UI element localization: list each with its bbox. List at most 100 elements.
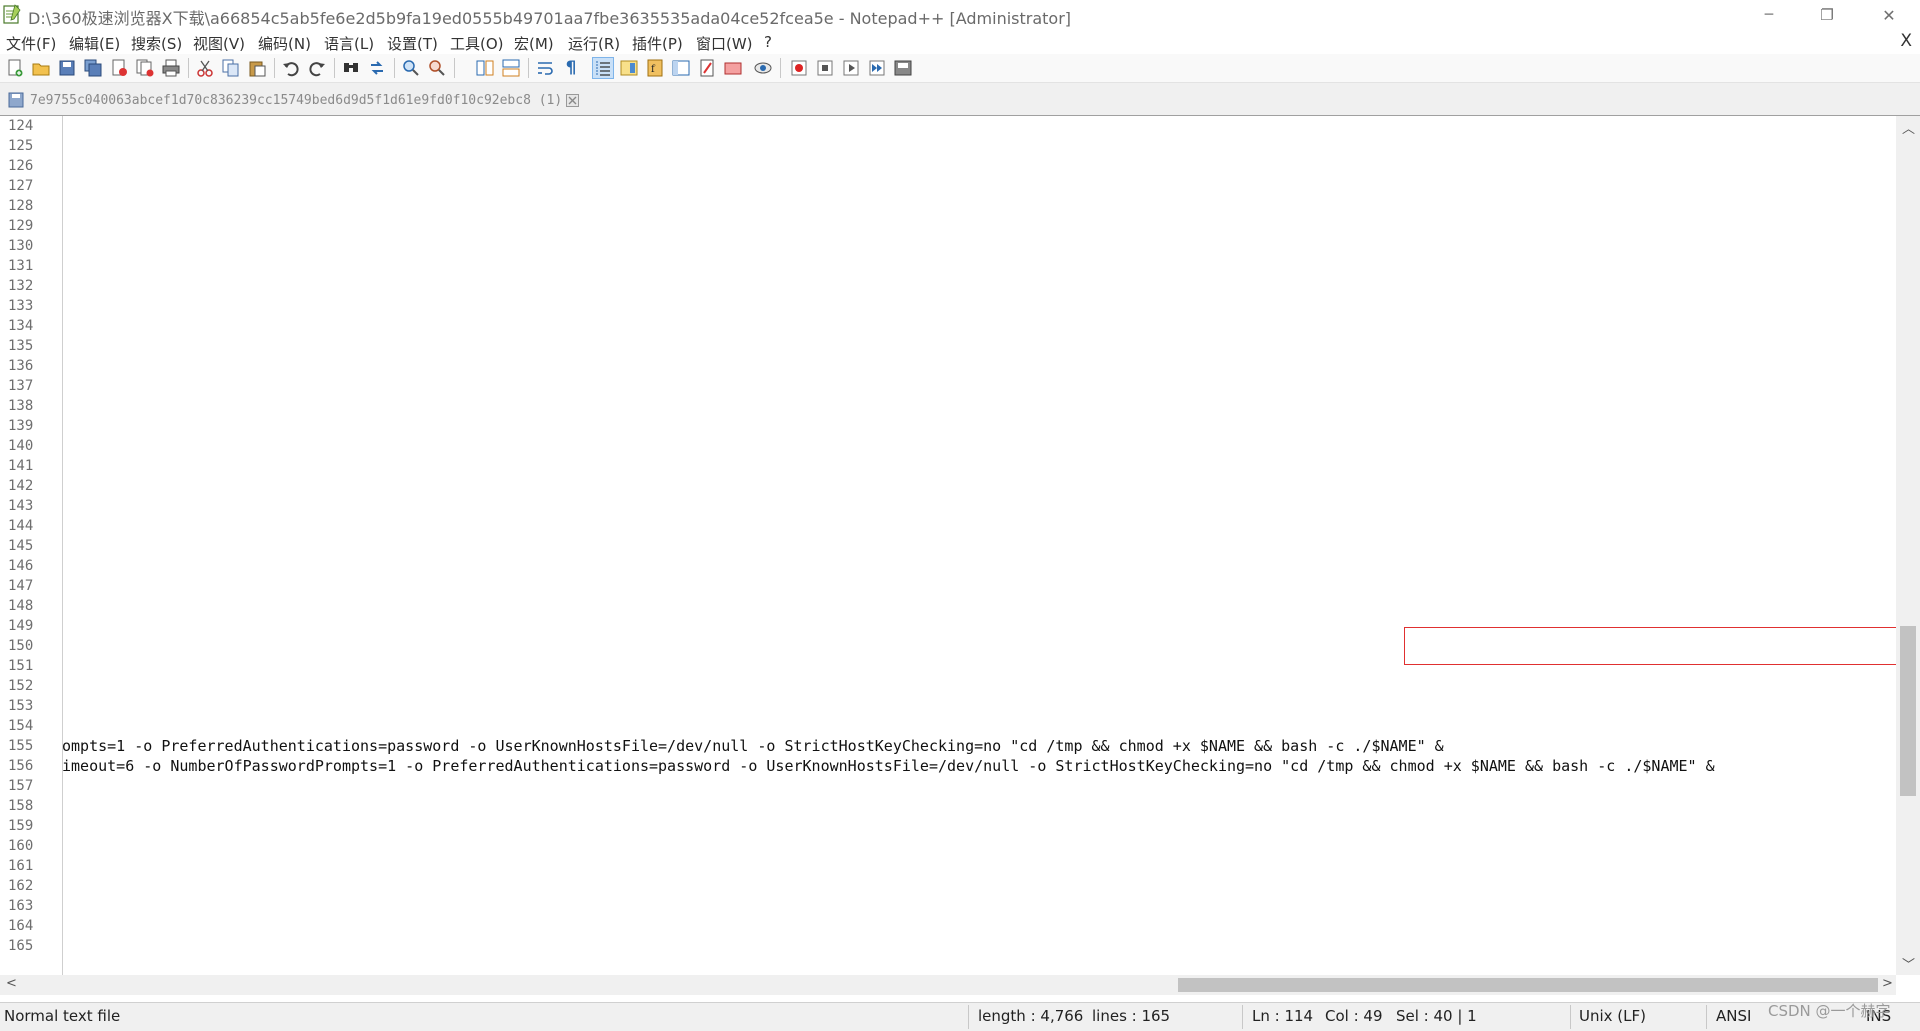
line-number: 163	[8, 898, 34, 914]
line-number: 145	[8, 538, 34, 554]
close-all-icon[interactable]	[134, 57, 156, 79]
save-macro-icon[interactable]	[892, 57, 914, 79]
code-line-155[interactable]: ompts=1 -o PreferredAuthentications=pass…	[62, 736, 1444, 756]
doc-switcher-icon[interactable]	[696, 57, 718, 79]
line-number: 160	[8, 838, 34, 854]
doc-map-icon[interactable]	[618, 57, 640, 79]
line-number: 150	[8, 638, 34, 654]
run-macro-multiple-icon[interactable]	[866, 57, 888, 79]
line-number: 124	[8, 118, 34, 134]
function-list-icon[interactable]: f	[644, 57, 666, 79]
menu-help[interactable]: ?	[764, 33, 772, 51]
menu-search[interactable]: 搜索(S)	[131, 33, 182, 54]
menu-view[interactable]: 视图(V)	[193, 33, 245, 54]
scroll-up-icon[interactable]: ︿	[1902, 118, 1915, 137]
play-macro-icon[interactable]	[840, 57, 862, 79]
line-number: 132	[8, 278, 34, 294]
menu-settings[interactable]: 设置(T)	[387, 33, 438, 54]
eye-icon[interactable]	[752, 57, 774, 79]
scroll-right-icon[interactable]: >	[1882, 976, 1893, 991]
line-number: 151	[8, 658, 34, 674]
close-icon[interactable]	[108, 57, 130, 79]
menu-plugins[interactable]: 插件(P)	[632, 33, 683, 54]
line-number: 157	[8, 778, 34, 794]
zoom-in-icon[interactable]	[400, 57, 422, 79]
vertical-scroll-thumb[interactable]	[1900, 626, 1916, 796]
csdn-watermark: CSDN @一个赫字	[1768, 1002, 1891, 1020]
status-selection: Sel : 40 | 1	[1396, 1007, 1477, 1025]
save-icon[interactable]	[56, 57, 78, 79]
stop-record-icon[interactable]	[814, 57, 836, 79]
restore-icon: ❐	[1820, 6, 1834, 24]
line-number: 126	[8, 158, 34, 174]
print-icon[interactable]	[160, 57, 182, 79]
close-window-button[interactable]: ✕	[1860, 0, 1918, 30]
horizontal-scrollbar[interactable]: < >	[0, 975, 1896, 995]
status-column: Col : 49	[1325, 1007, 1383, 1025]
horizontal-scroll-thumb[interactable]	[1178, 978, 1878, 992]
new-file-icon[interactable]	[4, 57, 26, 79]
zoom-out-icon[interactable]	[426, 57, 448, 79]
show-all-chars-icon[interactable]: ¶	[560, 57, 582, 79]
monitoring-icon[interactable]	[722, 57, 744, 79]
tab-file-1[interactable]: 7e9755c040063abcef1d70c836239cc15749bed6…	[2, 86, 592, 114]
line-number: 129	[8, 218, 34, 234]
word-wrap-icon[interactable]	[534, 57, 556, 79]
status-encoding: ANSI	[1716, 1007, 1752, 1025]
status-bar: Normal text file length : 4,766 lines : …	[0, 1002, 1920, 1031]
paste-icon[interactable]	[246, 57, 268, 79]
status-length: length : 4,766	[978, 1007, 1084, 1025]
replace-icon[interactable]	[366, 57, 388, 79]
menu-file[interactable]: 文件(F)	[6, 33, 56, 54]
menu-tools[interactable]: 工具(O)	[450, 33, 504, 54]
menu-edit[interactable]: 编辑(E)	[69, 33, 120, 54]
line-number: 127	[8, 178, 34, 194]
toolbar-separator	[188, 58, 189, 78]
menu-run[interactable]: 运行(R)	[568, 33, 620, 54]
record-macro-icon[interactable]	[788, 57, 810, 79]
find-icon[interactable]	[340, 57, 362, 79]
minimize-button[interactable]: ─	[1740, 0, 1798, 30]
open-file-icon[interactable]	[30, 57, 52, 79]
line-number: 144	[8, 518, 34, 534]
save-icon	[8, 92, 24, 108]
menu-language[interactable]: 语言(L)	[324, 33, 374, 54]
close-icon: ✕	[1882, 5, 1896, 25]
scroll-down-icon[interactable]: ﹀	[1902, 954, 1915, 973]
cut-icon[interactable]	[194, 57, 216, 79]
line-number: 135	[8, 338, 34, 354]
restore-button[interactable]: ❐	[1798, 0, 1856, 30]
sync-horizontal-icon[interactable]	[500, 57, 522, 79]
close-document-button[interactable]: X	[1900, 31, 1912, 51]
line-number: 149	[8, 618, 34, 634]
title-bar: D:\360极速浏览器X下载\a66854c5ab5fe6e2d5b9fa19e…	[0, 0, 1920, 30]
tab-close-icon[interactable]	[566, 93, 580, 107]
code-line-156[interactable]: imeout=6 -o NumberOfPasswordPrompts=1 -o…	[62, 756, 1715, 776]
undo-icon[interactable]	[280, 57, 302, 79]
red-highlight-annotation	[1404, 627, 1900, 665]
line-number: 162	[8, 878, 34, 894]
folder-workspace-icon[interactable]	[670, 57, 692, 79]
line-number: 130	[8, 238, 34, 254]
sync-vertical-icon[interactable]	[474, 57, 496, 79]
status-line-number: Ln : 114	[1252, 1007, 1314, 1025]
window-title: D:\360极速浏览器X下载\a66854c5ab5fe6e2d5b9fa19e…	[28, 9, 1072, 28]
line-number: 155	[8, 738, 34, 754]
menu-encoding[interactable]: 编码(N)	[258, 33, 311, 54]
menu-window[interactable]: 窗口(W)	[696, 33, 753, 54]
scroll-left-icon[interactable]: <	[6, 976, 17, 991]
vertical-scrollbar[interactable]: ︿ ﹀	[1896, 116, 1920, 975]
menu-macro[interactable]: 宏(M)	[514, 33, 554, 54]
tab-label: 7e9755c040063abcef1d70c836239cc15749bed6…	[30, 92, 563, 108]
toolbar-separator	[454, 58, 455, 78]
save-all-icon[interactable]	[82, 57, 104, 79]
editor-area[interactable]: 124 125 126 127 128 129 130 131 132 133 134 135 136 1…	[0, 116, 1920, 975]
redo-icon[interactable]	[306, 57, 328, 79]
line-number: 142	[8, 478, 34, 494]
copy-icon[interactable]	[220, 57, 242, 79]
line-number: 136	[8, 358, 34, 374]
toolbar-separator	[274, 58, 275, 78]
indent-guide-icon[interactable]	[592, 57, 614, 79]
minimize-icon: ─	[1764, 7, 1774, 23]
line-number: 161	[8, 858, 34, 874]
